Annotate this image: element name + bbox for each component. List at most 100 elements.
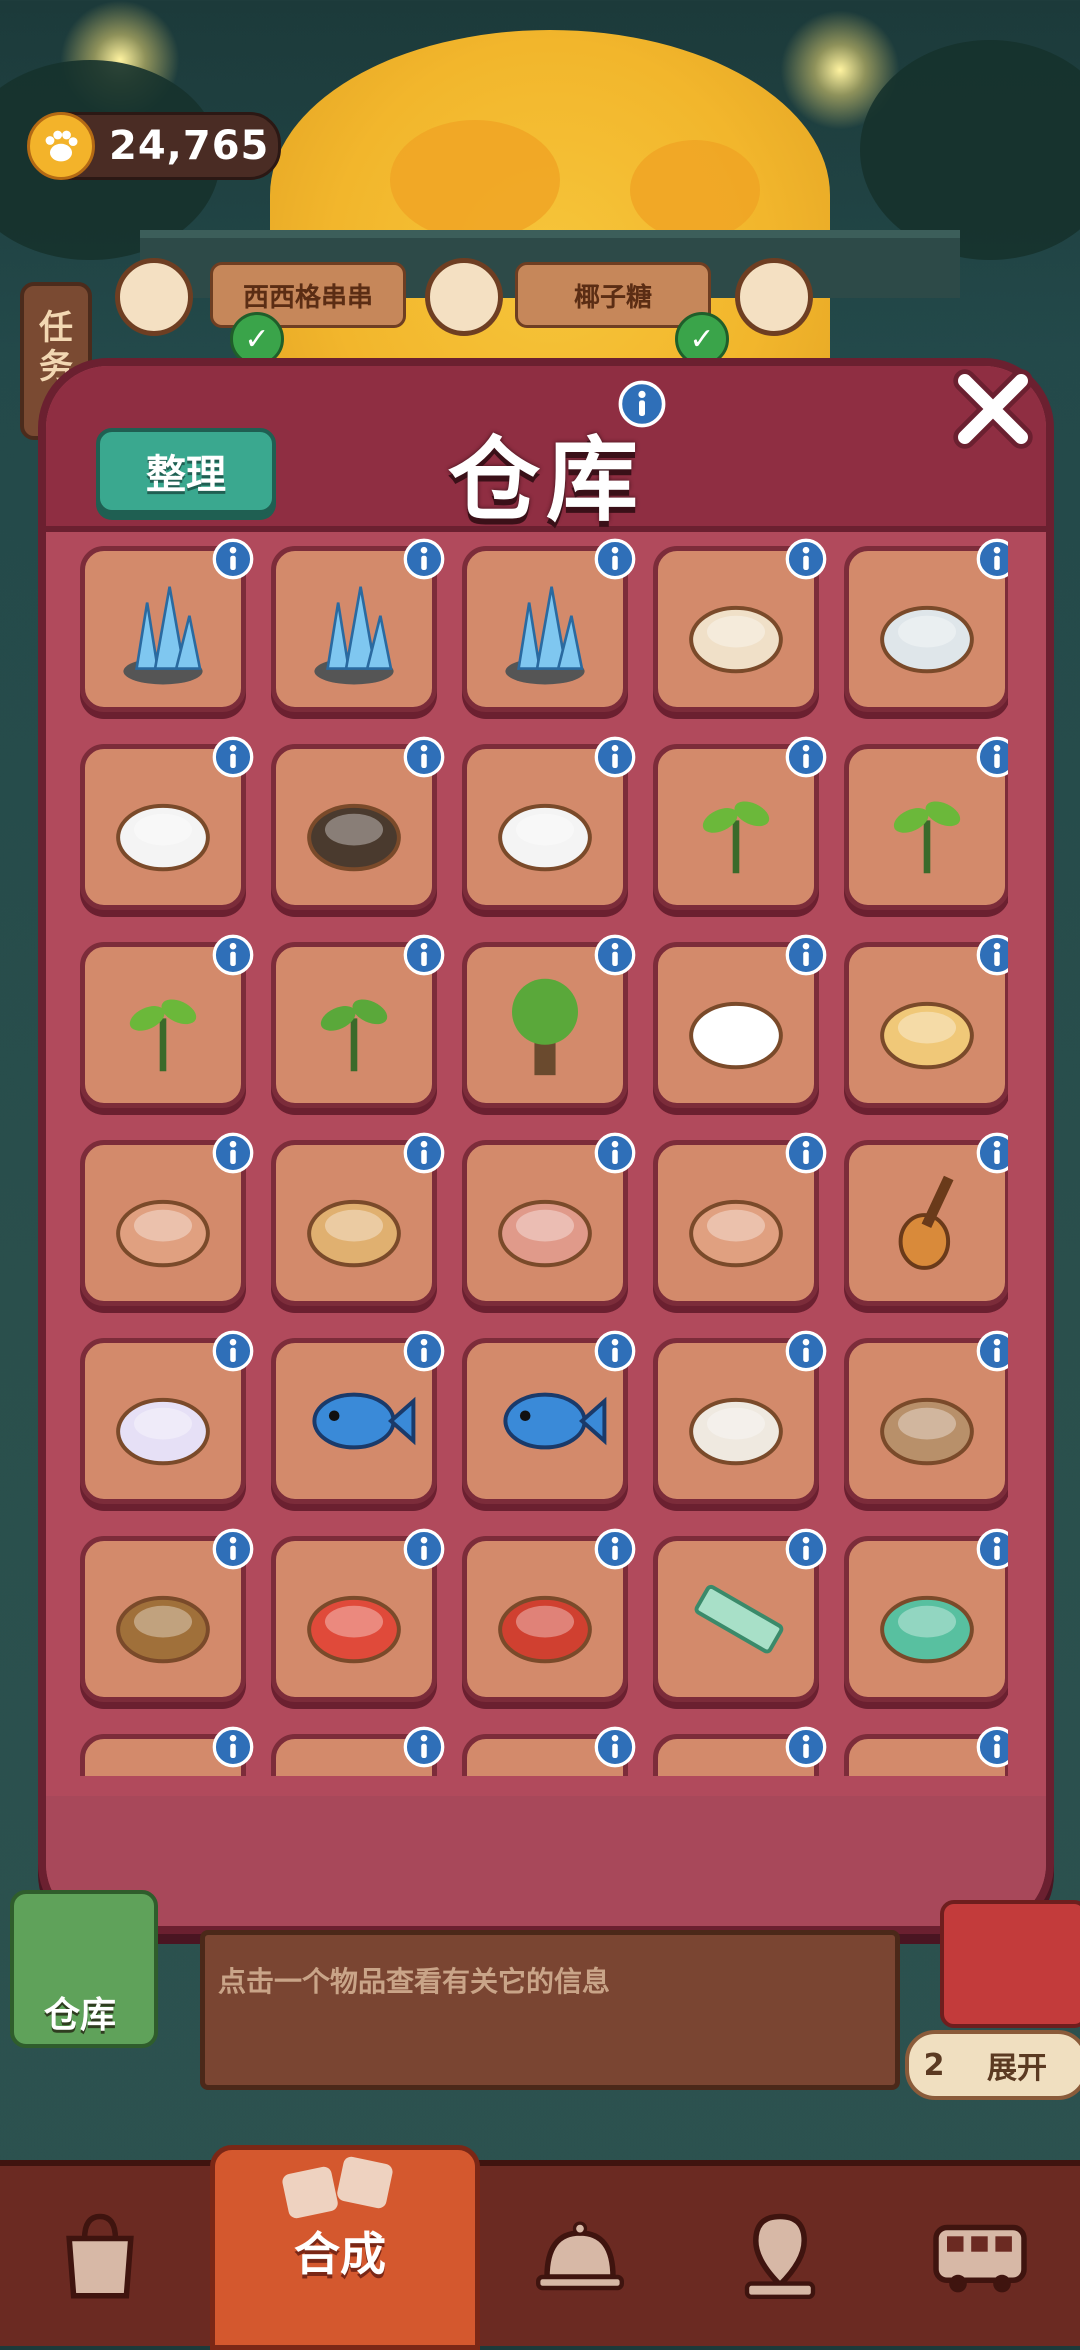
info-icon[interactable] xyxy=(211,1527,255,1571)
info-icon[interactable] xyxy=(211,537,255,581)
bus-icon[interactable] xyxy=(920,2200,1040,2310)
item-slot[interactable] xyxy=(653,1330,827,1504)
item-slot[interactable] xyxy=(462,1528,636,1702)
info-icon[interactable] xyxy=(784,537,828,581)
item-slot[interactable] xyxy=(80,736,254,910)
close-icon[interactable] xyxy=(946,362,1040,456)
item-slot[interactable] xyxy=(271,1132,445,1306)
item-grid[interactable] xyxy=(68,536,1008,1776)
info-icon[interactable] xyxy=(975,933,1008,977)
expand-button[interactable]: 2 展开 xyxy=(905,2030,1080,2100)
candy-icon xyxy=(425,258,503,336)
item-slot[interactable] xyxy=(653,934,827,1108)
item-slot[interactable] xyxy=(844,1132,1008,1306)
info-icon[interactable] xyxy=(784,1527,828,1571)
item-slot[interactable] xyxy=(80,538,254,712)
info-icon[interactable] xyxy=(593,1329,637,1373)
info-icon[interactable] xyxy=(784,1329,828,1373)
info-icon[interactable] xyxy=(402,537,446,581)
info-icon[interactable] xyxy=(784,1131,828,1175)
info-icon[interactable] xyxy=(402,1329,446,1373)
info-icon[interactable] xyxy=(211,933,255,977)
item-slot[interactable] xyxy=(844,1330,1008,1504)
paw-icon xyxy=(27,112,95,180)
item-slot[interactable] xyxy=(462,1726,636,1776)
item-slot[interactable] xyxy=(271,1330,445,1504)
info-icon[interactable] xyxy=(975,1725,1008,1769)
soup-bowl-icon xyxy=(689,605,783,674)
info-icon[interactable] xyxy=(211,1329,255,1373)
info-icon[interactable] xyxy=(402,1131,446,1175)
item-slot[interactable] xyxy=(653,1528,827,1702)
tea-basket-icon xyxy=(116,1595,210,1664)
item-slot[interactable] xyxy=(653,1726,827,1776)
hint-text: 点击一个物品查看有关它的信息 xyxy=(218,1965,611,1998)
info-icon[interactable] xyxy=(402,735,446,779)
info-icon[interactable] xyxy=(593,1725,637,1769)
tape-measure-icon xyxy=(880,1595,974,1664)
bread-icon xyxy=(735,258,813,336)
item-slot[interactable] xyxy=(80,1528,254,1702)
info-icon[interactable] xyxy=(618,380,666,428)
info-icon[interactable] xyxy=(402,1527,446,1571)
partial-item-icon xyxy=(670,1751,802,1776)
order-label[interactable]: 椰子糖 xyxy=(515,262,711,328)
item-slot[interactable] xyxy=(462,1132,636,1306)
info-icon[interactable] xyxy=(784,735,828,779)
item-slot[interactable] xyxy=(271,934,445,1108)
info-icon[interactable] xyxy=(975,1329,1008,1373)
item-slot[interactable] xyxy=(80,1330,254,1504)
item-slot[interactable] xyxy=(462,934,636,1108)
item-slot[interactable] xyxy=(844,934,1008,1108)
item-slot[interactable] xyxy=(844,1528,1008,1702)
info-icon[interactable] xyxy=(975,1527,1008,1571)
wall-hook-icon xyxy=(307,803,401,872)
item-slot[interactable] xyxy=(80,934,254,1108)
info-icon[interactable] xyxy=(784,1725,828,1769)
info-icon[interactable] xyxy=(593,933,637,977)
warehouse-shortcut-label: 仓库 xyxy=(43,1995,116,2036)
info-icon[interactable] xyxy=(211,1725,255,1769)
service-bell-icon[interactable] xyxy=(520,2200,640,2310)
item-slot[interactable] xyxy=(462,1330,636,1504)
item-slot[interactable] xyxy=(462,538,636,712)
herb-board-icon xyxy=(307,1199,401,1268)
partial-item-icon xyxy=(861,1751,993,1776)
shopping-bag-icon[interactable] xyxy=(40,2200,160,2310)
tidy-button[interactable]: 整理 xyxy=(96,428,276,514)
info-icon[interactable] xyxy=(784,933,828,977)
info-icon[interactable] xyxy=(593,1131,637,1175)
sedan-chair-icon xyxy=(498,1595,592,1664)
info-icon[interactable] xyxy=(593,537,637,581)
item-slot[interactable] xyxy=(653,1132,827,1306)
currency-amount: 24,765 xyxy=(109,123,270,169)
info-icon[interactable] xyxy=(402,933,446,977)
item-slot[interactable] xyxy=(80,1726,254,1776)
item-slot[interactable] xyxy=(844,538,1008,712)
item-slot[interactable] xyxy=(271,538,445,712)
info-icon[interactable] xyxy=(975,1131,1008,1175)
info-icon[interactable] xyxy=(402,1725,446,1769)
crystal-small-icon xyxy=(123,586,203,685)
info-icon[interactable] xyxy=(975,735,1008,779)
map-pin-icon[interactable] xyxy=(720,2200,840,2310)
info-icon[interactable] xyxy=(593,735,637,779)
info-icon[interactable] xyxy=(975,537,1008,581)
chest-icon[interactable] xyxy=(940,1900,1080,2028)
info-box xyxy=(200,1930,900,2090)
item-slot[interactable] xyxy=(653,736,827,910)
item-slot[interactable] xyxy=(653,538,827,712)
expand-label: 展开 xyxy=(987,2051,1047,2086)
item-slot[interactable] xyxy=(80,1132,254,1306)
item-slot[interactable] xyxy=(271,736,445,910)
info-icon[interactable] xyxy=(211,1131,255,1175)
item-slot[interactable] xyxy=(271,1528,445,1702)
skewer-icon xyxy=(115,258,193,336)
item-slot[interactable] xyxy=(844,736,1008,910)
item-slot[interactable] xyxy=(271,1726,445,1776)
paper-sheets-icon xyxy=(116,803,210,872)
item-slot[interactable] xyxy=(462,736,636,910)
info-icon[interactable] xyxy=(211,735,255,779)
item-slot[interactable] xyxy=(844,1726,1008,1776)
info-icon[interactable] xyxy=(593,1527,637,1571)
